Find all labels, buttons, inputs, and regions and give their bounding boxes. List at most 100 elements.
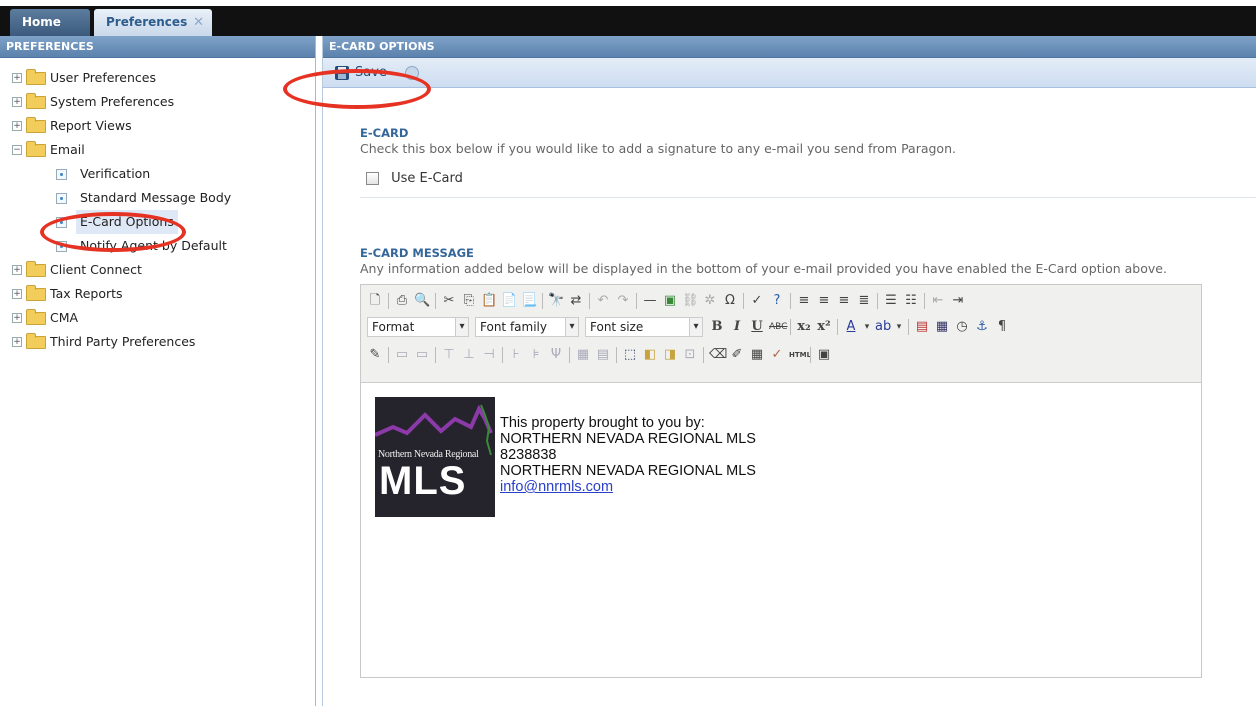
italic-icon[interactable]: I bbox=[729, 319, 745, 335]
cell-props-icon[interactable]: ▭ bbox=[414, 347, 430, 363]
expand-icon[interactable]: + bbox=[12, 73, 22, 83]
new-document-icon[interactable]: 🗋 bbox=[367, 293, 383, 309]
email-link[interactable]: info@nnrmls.com bbox=[500, 479, 613, 495]
copy-icon[interactable]: ⎘ bbox=[461, 293, 477, 309]
insert-col-after-icon[interactable]: ⊧ bbox=[528, 347, 544, 363]
insert-row-before-icon[interactable]: ⊤ bbox=[441, 347, 457, 363]
table-icon[interactable]: ▦ bbox=[749, 347, 765, 363]
html-source-icon[interactable]: HTML bbox=[789, 347, 811, 363]
tab-preferences[interactable]: Preferences ✕ bbox=[94, 9, 212, 36]
print-icon[interactable]: ⎙ bbox=[394, 293, 410, 309]
save-button[interactable]: Save bbox=[335, 64, 387, 82]
refresh-icon[interactable] bbox=[405, 66, 419, 80]
move-forward-icon[interactable]: ◧ bbox=[642, 347, 658, 363]
tree-item-e-card-options[interactable]: E-Card Options bbox=[0, 210, 315, 234]
paste-word-icon[interactable]: 📃 bbox=[521, 293, 537, 309]
save-button-label: Save bbox=[355, 65, 387, 80]
absolute-position-icon[interactable]: ⊡ bbox=[682, 347, 698, 363]
chevron-down-icon[interactable]: ▾ bbox=[895, 319, 903, 335]
expand-icon[interactable]: + bbox=[12, 337, 22, 347]
tree-item-client-connect[interactable]: + Client Connect bbox=[0, 258, 315, 282]
paste-icon[interactable]: 📋 bbox=[481, 293, 497, 309]
tab-home[interactable]: Home bbox=[10, 9, 90, 36]
use-e-card-row: Use E-Card bbox=[366, 171, 463, 186]
move-backward-icon[interactable]: ◨ bbox=[662, 347, 678, 363]
bullet-list-icon[interactable]: ☰ bbox=[883, 293, 899, 309]
redo-icon[interactable]: ↷ bbox=[615, 293, 631, 309]
format-select[interactable]: Format bbox=[367, 317, 469, 337]
cleanup-icon[interactable]: ✓ bbox=[769, 347, 785, 363]
highlight-color-icon[interactable]: ab bbox=[875, 319, 891, 335]
align-right-icon[interactable]: ≡ bbox=[836, 293, 852, 309]
tree-item-verification[interactable]: Verification bbox=[0, 162, 315, 186]
horizontal-rule-icon[interactable]: — bbox=[642, 293, 658, 309]
tree-item-system-preferences[interactable]: + System Preferences bbox=[0, 90, 315, 114]
insert-col-before-icon[interactable]: ⊦ bbox=[508, 347, 524, 363]
help-icon[interactable]: ? bbox=[769, 293, 785, 309]
align-center-icon[interactable]: ≡ bbox=[816, 293, 832, 309]
font-family-select[interactable]: Font family bbox=[475, 317, 579, 337]
eraser-icon[interactable]: ⌫ bbox=[709, 347, 727, 363]
replace-icon[interactable]: ⇄ bbox=[568, 293, 584, 309]
expand-icon[interactable]: + bbox=[12, 121, 22, 131]
page-icon bbox=[56, 169, 67, 180]
tree-item-email[interactable]: − Email bbox=[0, 138, 315, 162]
spellcheck-icon[interactable]: ✓ bbox=[749, 293, 765, 309]
superscript-icon[interactable]: x² bbox=[816, 319, 832, 335]
unlink-icon[interactable]: ✲ bbox=[702, 293, 718, 309]
bold-icon[interactable]: B bbox=[709, 319, 725, 335]
delete-row-icon[interactable]: ⊣ bbox=[481, 347, 497, 363]
align-justify-icon[interactable]: ≣ bbox=[856, 293, 872, 309]
insert-time-icon[interactable]: ◷ bbox=[954, 319, 970, 335]
chevron-down-icon[interactable]: ▾ bbox=[863, 319, 871, 335]
tree-item-standard-message-body[interactable]: Standard Message Body bbox=[0, 186, 315, 210]
insert-date-icon[interactable]: ▦ bbox=[934, 319, 950, 335]
insert-row-after-icon[interactable]: ⊥ bbox=[461, 347, 477, 363]
anchor-icon[interactable]: ⚓ bbox=[974, 319, 990, 335]
strikethrough-icon[interactable]: ABC bbox=[769, 319, 787, 335]
paste-text-icon[interactable]: 📄 bbox=[501, 293, 517, 309]
special-character-icon[interactable]: Ω bbox=[722, 293, 738, 309]
tree-item-third-party-preferences[interactable]: + Third Party Preferences bbox=[0, 330, 315, 354]
signature-line: NORTHERN NEVADA REGIONAL MLS bbox=[500, 463, 756, 479]
font-size-select[interactable]: Font size bbox=[585, 317, 703, 337]
split-cells-icon[interactable]: ▦ bbox=[575, 347, 591, 363]
image-icon[interactable]: ▣ bbox=[662, 293, 678, 309]
subscript-icon[interactable]: x₂ bbox=[796, 319, 812, 335]
row-props-icon[interactable]: ▭ bbox=[394, 347, 410, 363]
tree-item-notify-agent-by-default[interactable]: Notify Agent by Default bbox=[0, 234, 315, 258]
cut-icon[interactable]: ✂ bbox=[441, 293, 457, 309]
undo-icon[interactable]: ↶ bbox=[595, 293, 611, 309]
outdent-icon[interactable]: ⇤ bbox=[930, 293, 946, 309]
expand-icon[interactable]: + bbox=[12, 289, 22, 299]
expand-icon[interactable]: + bbox=[12, 265, 22, 275]
merge-cells-icon[interactable]: ▤ bbox=[595, 347, 611, 363]
edit-style-icon[interactable]: ✎ bbox=[367, 347, 383, 363]
tree-item-user-preferences[interactable]: + User Preferences bbox=[0, 66, 315, 90]
delete-col-icon[interactable]: Ψ bbox=[548, 347, 564, 363]
text-color-icon[interactable]: A bbox=[843, 319, 859, 335]
pilcrow-icon[interactable]: ¶ bbox=[994, 319, 1010, 335]
fullscreen-icon[interactable]: ▣ bbox=[816, 347, 832, 363]
tree-item-cma[interactable]: + CMA bbox=[0, 306, 315, 330]
visual-aid-icon[interactable]: ⬚ bbox=[622, 347, 638, 363]
expand-icon[interactable]: + bbox=[12, 97, 22, 107]
collapse-icon[interactable]: − bbox=[12, 145, 22, 155]
tree-item-report-views[interactable]: + Report Views bbox=[0, 114, 315, 138]
find-icon[interactable]: 🔭 bbox=[548, 293, 564, 309]
expand-icon[interactable]: + bbox=[12, 313, 22, 323]
tree-item-tax-reports[interactable]: + Tax Reports bbox=[0, 282, 315, 306]
folder-icon bbox=[26, 261, 46, 277]
underline-icon[interactable]: U bbox=[749, 319, 765, 335]
close-icon[interactable]: ✕ bbox=[193, 9, 204, 36]
align-left-icon[interactable]: ≡ bbox=[796, 293, 812, 309]
styles-icon[interactable]: ✐ bbox=[729, 347, 745, 363]
use-e-card-checkbox[interactable] bbox=[366, 172, 379, 185]
link-icon[interactable]: ⛓ bbox=[682, 293, 699, 309]
indent-icon[interactable]: ⇥ bbox=[950, 293, 966, 309]
preferences-panel-title: PREFERENCES bbox=[0, 36, 315, 58]
preview-icon[interactable]: 🔍 bbox=[414, 293, 430, 309]
use-e-card-label[interactable]: Use E-Card bbox=[391, 171, 463, 186]
numbered-list-icon[interactable]: ☷ bbox=[903, 293, 919, 309]
insert-template-icon[interactable]: ▤ bbox=[914, 319, 930, 335]
